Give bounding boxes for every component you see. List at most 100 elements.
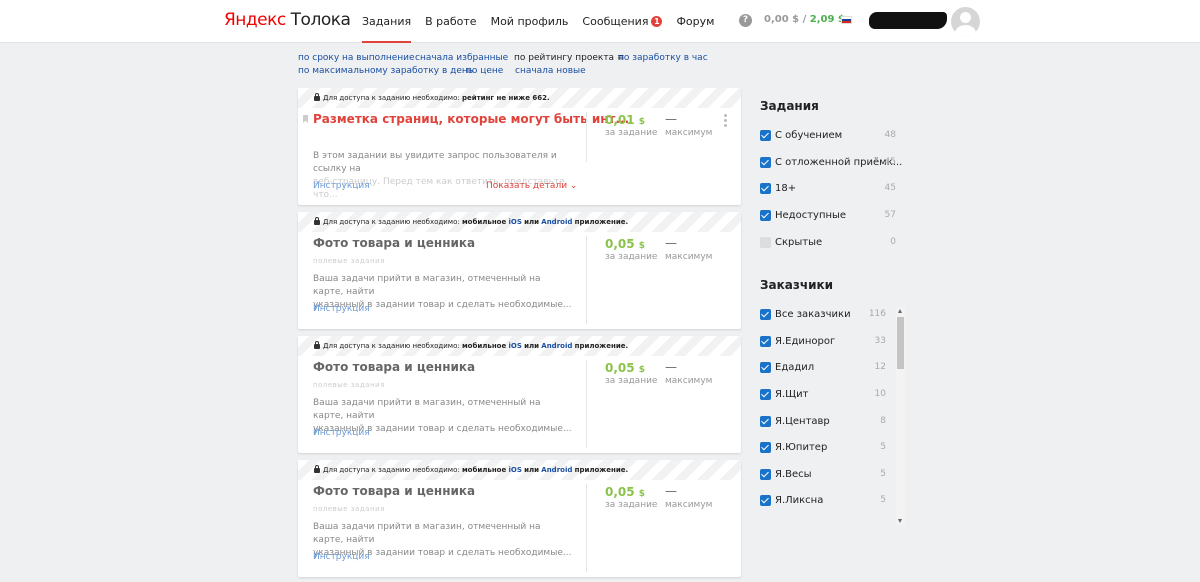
card-divider xyxy=(586,360,587,448)
customer-label: Все заказчики xyxy=(775,309,851,320)
nav-tasks-label: Задания xyxy=(362,14,412,28)
filter-label: Недоступные xyxy=(775,210,847,221)
redacted-username[interactable] xyxy=(869,12,947,29)
task-card[interactable]: Для доступа к заданию необходимо: мобиль… xyxy=(298,212,741,329)
balance[interactable]: 0,00 $ / 2,09 $ xyxy=(764,14,845,25)
access-rating: рейтинг не ниже 662. xyxy=(461,94,550,102)
sort-newest-first[interactable]: сначала новые xyxy=(515,65,586,78)
tasks-filter-title: Задания xyxy=(760,99,819,113)
instruction-link[interactable]: Инструкция xyxy=(313,428,370,438)
customers-filter-panel: Заказчики Все заказчики Я.Единорог Едади… xyxy=(760,278,910,528)
checkbox[interactable] xyxy=(760,210,771,221)
task-card[interactable]: Для доступа к заданию необходимо: рейтин… xyxy=(298,88,741,205)
access-prefix: Для доступа к заданию необходимо: xyxy=(323,218,460,226)
max-value: — xyxy=(665,360,677,374)
task-title[interactable]: Фото товара и ценника xyxy=(313,236,475,250)
sort-by-price[interactable]: по цене xyxy=(466,65,503,78)
nav-messages[interactable]: Сообщения 1 xyxy=(582,0,663,43)
max-label: максимум xyxy=(665,500,713,510)
checkbox[interactable] xyxy=(760,416,771,427)
ios-link[interactable]: iOS xyxy=(508,342,521,350)
task-price: 0,05 $ xyxy=(605,237,645,251)
instruction-link[interactable]: Инструкция xyxy=(313,304,370,314)
max-label: максимум xyxy=(665,252,713,262)
checkbox[interactable] xyxy=(760,389,771,400)
task-title[interactable]: Разметка страниц, которые могут быть инт… xyxy=(313,112,629,126)
customer-label: Я.Юпитер xyxy=(775,442,828,453)
access-app: приложение. xyxy=(574,218,629,226)
task-description: В этом задании вы увидите запрос пользов… xyxy=(313,150,573,202)
checkbox[interactable] xyxy=(760,157,771,168)
instruction-link[interactable]: Инструкция xyxy=(313,552,370,562)
task-price: 0,01 $ xyxy=(605,113,645,127)
scroll-down-icon[interactable] xyxy=(898,519,902,523)
scroll-up-icon[interactable] xyxy=(898,309,902,313)
sort-favorites-first[interactable]: сначала избранные xyxy=(415,52,508,65)
android-link[interactable]: Android xyxy=(541,218,572,226)
access-prefix: Для доступа к заданию необходимо: xyxy=(323,466,460,474)
filter-count: 45 xyxy=(884,183,896,193)
task-title[interactable]: Фото товара и ценника xyxy=(313,484,475,498)
task-subtitle: полевые задания xyxy=(313,505,385,513)
bookmark-icon[interactable] xyxy=(303,115,308,123)
avatar[interactable] xyxy=(951,7,980,36)
filter-label: 18+ xyxy=(775,183,797,194)
balance-main: 0,00 $ xyxy=(764,14,800,25)
task-description-line: Ваша задачи прийти в магазин, отмеченный… xyxy=(313,274,541,297)
logo[interactable]: Яндекс Толока xyxy=(224,10,351,30)
checkbox[interactable] xyxy=(760,130,771,141)
sort-by-project-rating-label: по рейтингу проекта xyxy=(514,53,615,63)
task-subtitle: полевые задания xyxy=(313,381,385,389)
checkbox[interactable] xyxy=(760,336,771,347)
filter-label: С обучением xyxy=(775,130,843,141)
lock-icon xyxy=(314,93,320,101)
checkbox[interactable] xyxy=(760,362,771,373)
nav-in-progress[interactable]: В работе xyxy=(425,0,476,43)
checkbox[interactable] xyxy=(760,495,771,506)
customers-scrollbar[interactable] xyxy=(896,307,905,525)
scroll-thumb[interactable] xyxy=(897,317,904,369)
task-card[interactable]: Для доступа к заданию необходимо: мобиль… xyxy=(298,460,741,577)
price-value: 0,05 xyxy=(605,237,635,251)
sort-by-max-daily[interactable]: по максимальному заработку в день xyxy=(298,65,473,78)
nav-forum[interactable]: Форум xyxy=(676,0,714,43)
customer-label: Я.Весы xyxy=(775,469,812,480)
price-label: за задание xyxy=(605,500,658,510)
checkbox[interactable] xyxy=(760,309,771,320)
access-or: или xyxy=(524,218,540,226)
task-card[interactable]: Для доступа к заданию необходимо: мобиль… xyxy=(298,336,741,453)
sort-by-deadline[interactable]: по сроку на выполнение xyxy=(298,52,415,65)
russia-flag-icon[interactable] xyxy=(841,16,852,24)
filter-count: 0 xyxy=(890,237,896,247)
android-link[interactable]: Android xyxy=(541,466,572,474)
show-details-link[interactable]: Показать детали ⌄ xyxy=(486,181,577,191)
task-price: 0,05 $ xyxy=(605,361,645,375)
customer-count: 8 xyxy=(880,416,886,426)
help-icon[interactable]: ? xyxy=(739,14,752,27)
task-description-line: Ваша задачи прийти в магазин, отмеченный… xyxy=(313,522,541,545)
customer-count: 5 xyxy=(880,469,886,479)
android-link[interactable]: Android xyxy=(541,342,572,350)
checkbox[interactable] xyxy=(760,237,771,248)
sort-by-project-rating[interactable]: по рейтингу проекта ≡ xyxy=(514,52,625,65)
access-prefix: Для доступа к заданию необходимо: xyxy=(323,342,460,350)
checkbox[interactable] xyxy=(760,442,771,453)
price-value: 0,05 xyxy=(605,361,635,375)
price-value: 0,05 xyxy=(605,485,635,499)
instruction-link[interactable]: Инструкция xyxy=(313,181,370,191)
nav-messages-label: Сообщения xyxy=(582,14,649,28)
nav-profile[interactable]: Мой профиль xyxy=(491,0,569,43)
messages-badge: 1 xyxy=(651,16,663,27)
tasks-filter-panel: Задания С обучением С отложенной приёмк.… xyxy=(760,99,902,248)
more-icon[interactable] xyxy=(724,114,727,129)
customer-label: Едадил xyxy=(775,362,815,373)
nav-tasks[interactable]: Задания xyxy=(362,0,412,43)
ios-link[interactable]: iOS xyxy=(508,466,521,474)
nav-in-progress-label: В работе xyxy=(425,14,477,28)
checkbox[interactable] xyxy=(760,469,771,480)
task-title[interactable]: Фото товара и ценника xyxy=(313,360,475,374)
checkbox[interactable] xyxy=(760,183,771,194)
max-value: — xyxy=(665,112,677,126)
ios-link[interactable]: iOS xyxy=(508,218,521,226)
sort-by-hourly[interactable]: по заработку в час xyxy=(618,52,708,65)
